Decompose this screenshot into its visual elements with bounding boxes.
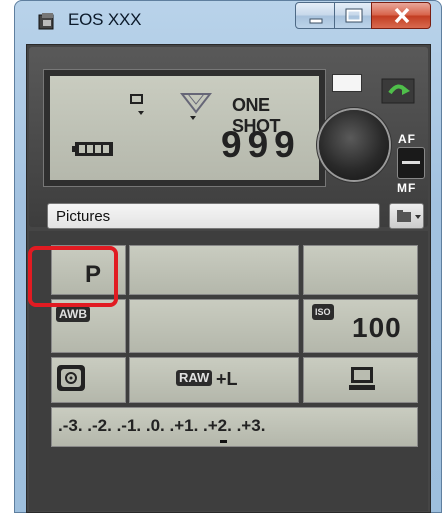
mf-label: MF [397, 181, 417, 195]
live-view-rotate-icon[interactable] [378, 73, 418, 109]
shots-remaining: 999 [221, 124, 301, 165]
single-shot-icon[interactable] [130, 92, 144, 106]
iso-value: 100 [352, 312, 402, 343]
exposure-scale: .-3. .-2. .-1. .0. .+1. .+2. .+3. [58, 416, 266, 435]
white-balance-indicator [332, 74, 362, 92]
title-bar[interactable]: EOS XXX [14, 0, 442, 44]
destination-folder-field[interactable]: Pictures [47, 203, 380, 229]
white-balance-badge: AWB [56, 306, 90, 322]
image-quality-cell[interactable]: RAW +L [129, 357, 299, 403]
folder-icon [397, 210, 421, 222]
maximize-button[interactable] [334, 2, 372, 29]
shooting-mode-highlight [28, 246, 118, 307]
iso-cell[interactable]: ISO 100 [303, 299, 418, 353]
window-title: EOS XXX [68, 10, 142, 29]
raw-badge: RAW [176, 370, 213, 386]
computer-icon [349, 367, 375, 390]
minimize-button[interactable] [295, 2, 335, 29]
metering-mode-cell[interactable] [51, 357, 126, 403]
maximize-icon [345, 8, 363, 23]
iso-badge: ISO [312, 304, 334, 320]
battery-full-icon [72, 142, 113, 156]
shutter-release-button[interactable] [319, 110, 389, 180]
quality-size: +L [216, 369, 238, 389]
save-destination-cell[interactable] [303, 357, 418, 403]
picture-style-cell[interactable] [129, 299, 299, 353]
status-panel: ONE SHOT 999 AF MF Pictures [29, 47, 428, 229]
af-mf-switch[interactable] [397, 147, 425, 179]
camera-app-icon [38, 13, 54, 30]
exposure-indicator [220, 440, 227, 443]
drive-mode-chevron-down-icon [138, 111, 144, 115]
af-mode-icon[interactable] [180, 90, 212, 114]
minimize-icon [309, 18, 323, 24]
white-balance-cell[interactable]: AWB [51, 299, 126, 353]
desktop-background [0, 0, 14, 513]
shutter-speed-cell[interactable] [129, 245, 299, 295]
folder-browse-button[interactable] [389, 203, 424, 229]
folder-name: Pictures [56, 208, 111, 225]
close-button[interactable] [371, 2, 431, 29]
af-label: AF [398, 132, 416, 146]
close-icon [394, 7, 410, 24]
evaluative-metering-icon [57, 365, 85, 391]
lcd-frame: ONE SHOT 999 [43, 69, 326, 187]
status-lcd: ONE SHOT 999 [50, 76, 319, 180]
aperture-cell[interactable] [303, 245, 418, 295]
exposure-compensation-cell[interactable]: .-3. .-2. .-1. .0. .+1. .+2. .+3. [51, 407, 418, 447]
af-mode-chevron-down-icon [190, 116, 196, 120]
